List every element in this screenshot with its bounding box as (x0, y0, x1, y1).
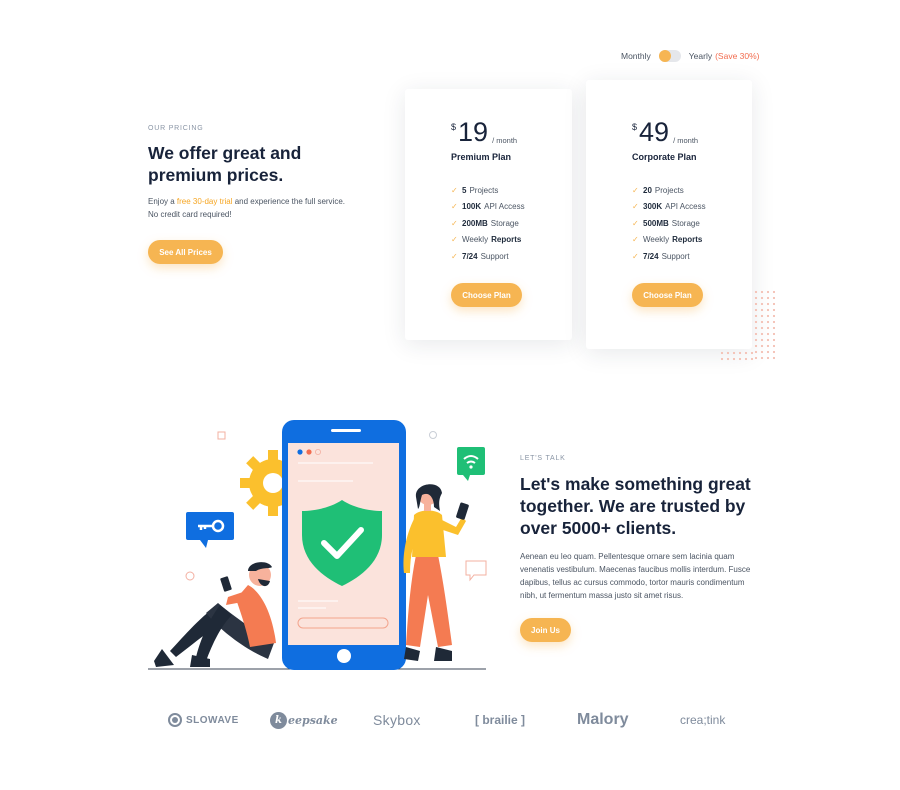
yearly-label[interactable]: Yearly (689, 51, 712, 61)
plan-name: Premium Plan (451, 152, 512, 162)
feature-list: ✓ 20 Projects ✓ 300K API Access ✓ 500MB Storag… (632, 182, 706, 265)
check-icon: ✓ (632, 202, 639, 212)
feature-item: ✓ Weekly Reports (451, 235, 522, 245)
deco-circle (429, 431, 437, 439)
check-icon: ✓ (451, 251, 458, 261)
talk-title-line2: together. We are trusted by (520, 496, 746, 516)
chat-bubble-icon (465, 560, 487, 582)
deco-circle (185, 571, 195, 581)
pricing-eyebrow: OUR PRICING (148, 125, 204, 132)
choose-plan-button[interactable]: Choose Plan (451, 283, 522, 307)
dot-pattern-right (753, 289, 775, 361)
logo-skybox: Skybox (373, 712, 421, 728)
logo-malory: Malory (577, 711, 629, 728)
currency-symbol: $ (451, 122, 457, 132)
check-icon: ✓ (632, 218, 639, 228)
wifi-icon (457, 447, 485, 481)
billing-switch[interactable] (658, 50, 681, 62)
logo-keepsake: k eepsake (270, 706, 338, 734)
deco-square (217, 431, 226, 440)
price-amount: 49 (639, 117, 670, 147)
price-period: / month (492, 136, 518, 145)
pricing-card-premium: $ 19 / month Premium Plan ✓ 5 Projects ✓ 10… (405, 89, 572, 340)
desc-pre: Enjoy a (148, 197, 177, 206)
feature-item: ✓ 500MB Storage (632, 218, 700, 228)
keepsake-k-icon: k (270, 711, 287, 729)
slowave-ring-icon (168, 713, 182, 727)
pricing-intro: OUR PRICING We offer great and premium p… (148, 125, 348, 264)
feature-list: ✓ 5 Projects ✓ 100K API Access ✓ 200MB Storage… (451, 182, 525, 265)
talk-section: LET'S TALK Let's make something great to… (520, 455, 760, 642)
client-logos: SLOWAVE k eepsake Skybox [ brailie ] Malo… (148, 706, 752, 734)
feature-item: ✓ 300K API Access (632, 202, 706, 212)
pricing-card-corporate: $ 49 / month Corporate Plan ✓ 20 Projects … (586, 80, 752, 349)
price-amount: 19 (458, 117, 489, 147)
check-icon: ✓ (451, 185, 458, 195)
talk-title: Let's make something great together. We … (520, 473, 760, 539)
feature-item: ✓ 5 Projects (451, 185, 499, 195)
feature-item: ✓ 20 Projects (632, 185, 684, 195)
join-us-button[interactable]: Join Us (520, 618, 571, 642)
logo-creatink: crea;tink (680, 713, 726, 727)
logo-slowave: SLOWAVE (168, 706, 239, 734)
key-icon (186, 512, 234, 548)
feature-item: ✓ 200MB Storage (451, 218, 519, 228)
check-icon: ✓ (632, 185, 639, 195)
talk-title-line3: over 5000+ clients. (520, 518, 677, 538)
check-icon: ✓ (451, 202, 458, 212)
talk-eyebrow: LET'S TALK (520, 455, 566, 462)
pricing-title-line1: We offer great and (148, 143, 302, 163)
check-icon: ✓ (451, 218, 458, 228)
dot-pattern-bottom (719, 350, 755, 364)
talk-title-line1: Let's make something great (520, 474, 751, 494)
feature-item: ✓ Weekly Reports (632, 235, 703, 245)
check-icon: ✓ (632, 251, 639, 261)
plan-price: $ 19 / month (451, 119, 517, 146)
plan-price: $ 49 / month (632, 119, 698, 146)
talk-body: Aenean eu leo quam. Pellentesque ornare … (520, 552, 751, 600)
switch-knob (658, 50, 671, 62)
plan-name: Corporate Plan (632, 152, 697, 162)
man-illustration (154, 562, 276, 667)
see-all-prices-button[interactable]: See All Prices (148, 240, 223, 264)
woman-illustration (403, 484, 469, 661)
pricing-description: Enjoy a free 30-day trial and experience… (148, 195, 348, 221)
pricing-title-line2: premium prices. (148, 165, 284, 185)
check-icon: ✓ (632, 235, 639, 245)
choose-plan-button[interactable]: Choose Plan (632, 283, 703, 307)
feature-item: ✓ 7/24 Support (632, 251, 690, 261)
pricing-title: We offer great and premium prices. (148, 142, 348, 186)
monthly-label[interactable]: Monthly (621, 51, 651, 61)
logo-brailie: [ brailie ] (475, 713, 526, 727)
feature-item: ✓ 100K API Access (451, 202, 525, 212)
currency-symbol: $ (632, 122, 638, 132)
free-trial-link[interactable]: free 30-day trial (177, 197, 233, 206)
feature-item: ✓ 7/24 Support (451, 251, 509, 261)
check-icon: ✓ (451, 235, 458, 245)
save-badge: (Save 30%) (715, 51, 760, 61)
price-period: / month (673, 136, 699, 145)
billing-toggle-group: Monthly Yearly (Save 30%) (621, 50, 760, 62)
security-illustration (148, 420, 487, 670)
